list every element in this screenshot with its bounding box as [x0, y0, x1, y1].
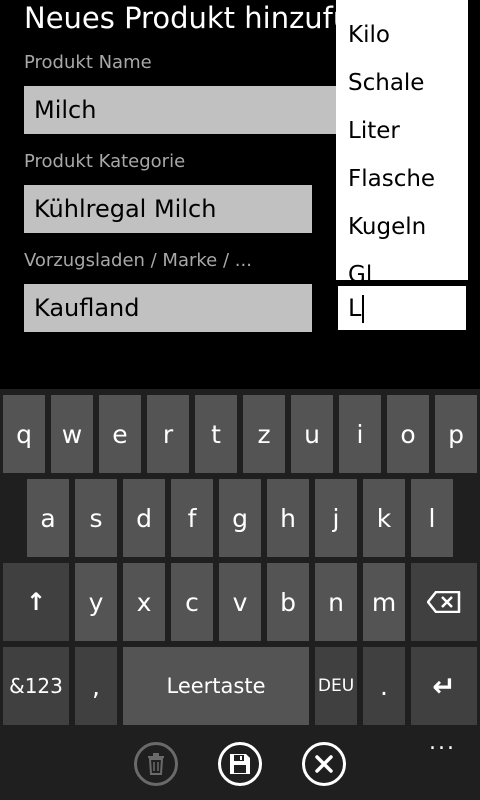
key-r[interactable]: r: [147, 395, 189, 473]
save-icon: [230, 754, 250, 774]
unit-input-value: L: [348, 294, 362, 322]
language-key[interactable]: DEU: [315, 647, 357, 725]
save-button[interactable]: [218, 742, 262, 786]
key-p[interactable]: p: [435, 395, 477, 473]
symbols-key[interactable]: &123: [3, 647, 69, 725]
text-caret: [362, 295, 365, 323]
delete-icon: [148, 753, 164, 775]
page-title: Neues Produkt hinzufü: [24, 1, 352, 35]
key-t[interactable]: t: [195, 395, 237, 473]
key-a[interactable]: a: [27, 479, 69, 557]
key-c[interactable]: c: [171, 563, 213, 641]
key-q[interactable]: q: [3, 395, 45, 473]
space-key[interactable]: Leertaste: [123, 647, 309, 725]
key-u[interactable]: u: [291, 395, 333, 473]
product-category-field[interactable]: Kühlregal Milch: [24, 185, 312, 233]
suggestion-kilo[interactable]: Kilo: [348, 22, 390, 48]
key-n[interactable]: n: [315, 563, 357, 641]
key-i[interactable]: i: [339, 395, 381, 473]
key-v[interactable]: v: [219, 563, 261, 641]
key-o[interactable]: o: [387, 395, 429, 473]
product-name-field[interactable]: Milch: [24, 86, 338, 134]
enter-key[interactable]: ↵: [411, 647, 477, 725]
key-f[interactable]: f: [171, 479, 213, 557]
key-b[interactable]: b: [267, 563, 309, 641]
suggestion-gl[interactable]: Gl: [348, 262, 372, 280]
key-j[interactable]: j: [315, 479, 357, 557]
key-l[interactable]: l: [411, 479, 453, 557]
key-k[interactable]: k: [363, 479, 405, 557]
more-options-button[interactable]: ...: [429, 730, 456, 755]
cancel-button[interactable]: [302, 742, 346, 786]
unit-suggestion-list[interactable]: Kilo Schale Liter Flasche Kugeln Gl: [336, 0, 468, 280]
key-z[interactable]: z: [243, 395, 285, 473]
key-h[interactable]: h: [267, 479, 309, 557]
shift-key[interactable]: ↑: [3, 563, 69, 641]
key-g[interactable]: g: [219, 479, 261, 557]
delete-button[interactable]: [134, 742, 178, 786]
on-screen-keyboard: q w e r t z u i o p a s d f g h j k l ↑ …: [0, 389, 480, 730]
preferred-store-label: Vorzugsladen / Marke / ...: [24, 250, 252, 271]
app-bar: ...: [0, 730, 480, 800]
product-category-label: Produkt Kategorie: [24, 151, 186, 172]
period-key[interactable]: .: [363, 647, 405, 725]
cancel-icon: [315, 755, 333, 773]
key-y[interactable]: y: [75, 563, 117, 641]
key-s[interactable]: s: [75, 479, 117, 557]
backspace-key[interactable]: [411, 563, 477, 641]
suggestion-schale[interactable]: Schale: [348, 70, 424, 96]
key-e[interactable]: e: [99, 395, 141, 473]
key-w[interactable]: w: [51, 395, 93, 473]
preferred-store-field[interactable]: Kaufland: [24, 284, 312, 332]
suggestion-kugeln[interactable]: Kugeln: [348, 214, 426, 240]
key-x[interactable]: x: [123, 563, 165, 641]
unit-input[interactable]: L: [336, 284, 468, 332]
suggestion-liter[interactable]: Liter: [348, 118, 400, 144]
product-name-label: Produkt Name: [24, 52, 152, 73]
backspace-icon: [427, 591, 461, 613]
key-m[interactable]: m: [363, 563, 405, 641]
comma-key[interactable]: ,: [75, 647, 117, 725]
key-d[interactable]: d: [123, 479, 165, 557]
suggestion-flasche[interactable]: Flasche: [348, 166, 435, 192]
